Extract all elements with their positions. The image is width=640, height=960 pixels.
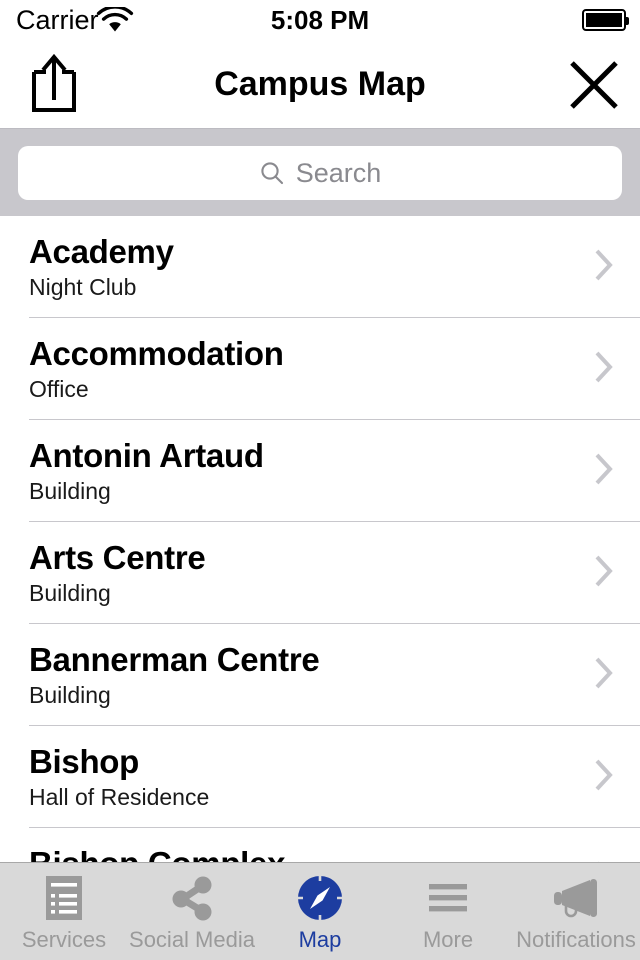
tab-notifications[interactable]: Notifications: [512, 863, 640, 960]
chevron-right-icon: [594, 554, 614, 588]
list-item-subtitle: Building: [29, 580, 111, 606]
close-icon[interactable]: [566, 58, 622, 112]
search-input[interactable]: Search: [18, 146, 622, 200]
list-item-subtitle: Office: [29, 376, 89, 402]
tab-map[interactable]: Map: [256, 863, 384, 960]
battery-full-icon: [582, 9, 629, 31]
chevron-right-icon: [594, 350, 614, 384]
tab-social-media[interactable]: Social Media: [128, 863, 256, 960]
chevron-right-icon: [594, 452, 614, 486]
tab-more[interactable]: More: [384, 863, 512, 960]
app-screen: Carrier 5:08 PM Campus Map Search Academ…: [0, 0, 640, 960]
tab-label: Notifications: [516, 927, 636, 952]
list-item[interactable]: Arts Centre Building: [0, 522, 640, 624]
list-item-title: Bishop Complex: [29, 845, 285, 862]
tab-services[interactable]: Services: [0, 863, 128, 960]
tab-label: Social Media: [129, 927, 255, 952]
list-item-subtitle: Building: [29, 682, 111, 708]
search-icon: [259, 160, 285, 186]
list-item-title: Bannerman Centre: [29, 641, 320, 678]
location-list[interactable]: Academy Night Club Accommodation Office …: [0, 216, 640, 862]
list-item-subtitle: Night Club: [29, 274, 137, 300]
tab-label: Map: [298, 927, 342, 952]
list-item-subtitle: Building: [29, 478, 111, 504]
list-item-subtitle: Hall of Residence: [29, 784, 210, 810]
list-item[interactable]: Bishop Complex: [0, 828, 640, 862]
share-nodes-icon: [166, 873, 218, 923]
chevron-right-icon: [594, 656, 614, 690]
list-item-title: Academy: [29, 233, 174, 270]
document-list-icon: [38, 873, 90, 923]
list-item[interactable]: Accommodation Office: [0, 318, 640, 420]
page-title: Campus Map: [214, 65, 426, 103]
tab-label: Services: [21, 927, 107, 952]
chevron-right-icon: [594, 758, 614, 792]
list-item[interactable]: Bannerman Centre Building: [0, 624, 640, 726]
tab-label: More: [422, 927, 474, 952]
tab-bar: Services Social Media Map More Notificat…: [0, 862, 640, 960]
search-bar-container: Search: [0, 128, 640, 216]
list-item[interactable]: Antonin Artaud Building: [0, 420, 640, 522]
list-item[interactable]: Academy Night Club: [0, 216, 640, 318]
chevron-right-icon: [594, 248, 614, 282]
list-item-title: Antonin Artaud: [29, 437, 264, 474]
navigation-bar: Campus Map: [0, 40, 640, 128]
compass-icon: [294, 873, 346, 923]
hamburger-menu-icon: [422, 873, 474, 923]
list-item-title: Arts Centre: [29, 539, 206, 576]
megaphone-icon: [550, 873, 602, 923]
clock-label: 5:08 PM: [270, 5, 370, 35]
search-placeholder: Search: [295, 158, 382, 188]
list-item[interactable]: Bishop Hall of Residence: [0, 726, 640, 828]
list-item-title: Bishop: [29, 743, 140, 780]
status-bar: Carrier 5:08 PM: [0, 0, 640, 40]
list-item-title: Accommodation: [29, 335, 284, 372]
